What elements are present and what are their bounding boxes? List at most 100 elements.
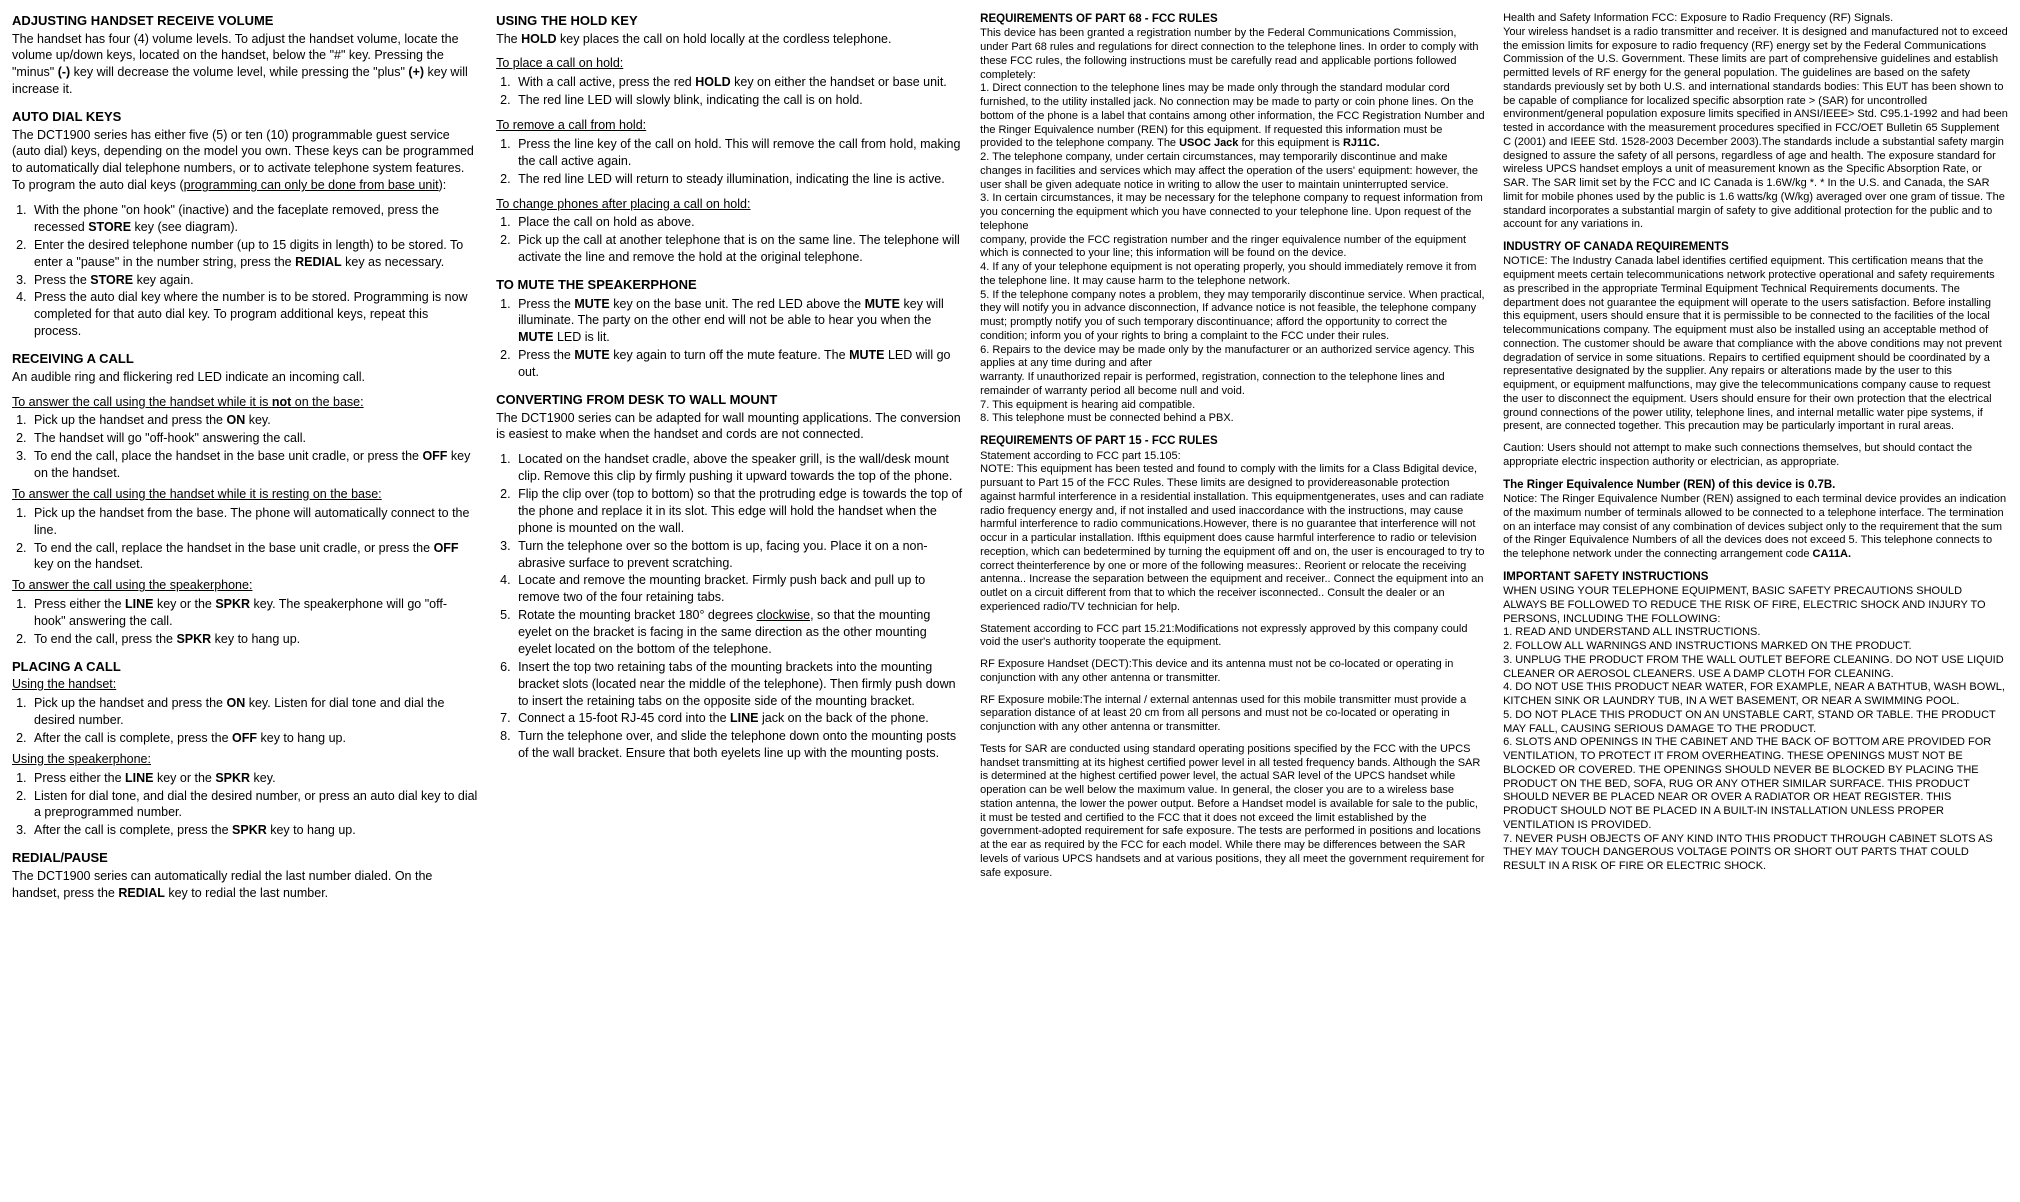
- column-2: USING THE HOLD KEY The HOLD key places t…: [496, 12, 962, 903]
- list: Pick up the handset from the base. The p…: [30, 505, 478, 574]
- paragraph: 5. If the telephone company notes a prob…: [980, 289, 1485, 344]
- list-item: Press the line key of the call on hold. …: [514, 136, 962, 170]
- heading: REQUIREMENTS OF PART 68 - FCC RULES: [980, 12, 1485, 26]
- paragraph: 4. DO NOT USE THIS PRODUCT NEAR WATER, F…: [1503, 681, 2008, 709]
- list: Pick up the handset and press the ON key…: [30, 412, 478, 482]
- list: With the phone "on hook" (inactive) and …: [30, 202, 478, 340]
- paragraph: The handset has four (4) volume levels. …: [12, 31, 478, 99]
- list-item: Press either the LINE key or the SPKR ke…: [30, 596, 478, 630]
- column-3: REQUIREMENTS OF PART 68 - FCC RULES This…: [980, 12, 1485, 903]
- list-item: To end the call, place the handset in th…: [30, 448, 478, 482]
- paragraph: The DCT1900 series can be adapted for wa…: [496, 410, 962, 444]
- list-item: After the call is complete, press the OF…: [30, 730, 478, 747]
- list: Pick up the handset and press the ON key…: [30, 695, 478, 747]
- heading: INDUSTRY OF CANADA REQUIREMENTS: [1503, 240, 2008, 254]
- paragraph: 2. The telephone company, under certain …: [980, 151, 1485, 192]
- list: With a call active, press the red HOLD k…: [514, 74, 962, 109]
- heading: IMPORTANT SAFETY INSTRUCTIONS: [1503, 570, 2008, 584]
- paragraph: 7. NEVER PUSH OBJECTS OF ANY KIND INTO T…: [1503, 833, 2008, 874]
- list-item: Press the auto dial key where the number…: [30, 289, 478, 340]
- list-item: Press the STORE key again.: [30, 272, 478, 289]
- heading: REDIAL/PAUSE: [12, 849, 478, 867]
- paragraph: Notice: The Ringer Equivalence Number (R…: [1503, 493, 2008, 562]
- subheading: Using the speakerphone:: [12, 751, 478, 768]
- paragraph: 2. FOLLOW ALL WARNINGS AND INSTRUCTIONS …: [1503, 640, 2008, 654]
- heading: ADJUSTING HANDSET RECEIVE VOLUME: [12, 12, 478, 30]
- heading: TO MUTE THE SPEAKERPHONE: [496, 276, 962, 294]
- paragraph: Health and Safety Information FCC: Expos…: [1503, 12, 2008, 26]
- list: Press either the LINE key or the SPKR ke…: [30, 596, 478, 648]
- list-item: Locate and remove the mounting bracket. …: [514, 572, 962, 606]
- paragraph: 8. This telephone must be connected behi…: [980, 412, 1485, 426]
- document: ADJUSTING HANDSET RECEIVE VOLUME The han…: [12, 12, 2008, 903]
- heading: AUTO DIAL KEYS: [12, 108, 478, 126]
- paragraph: 6. SLOTS AND OPENINGS IN THE CABINET AND…: [1503, 736, 2008, 832]
- list-item: Turn the telephone over so the bottom is…: [514, 538, 962, 572]
- subheading: To answer the call using the handset whi…: [12, 394, 478, 411]
- list-item: The red line LED will slowly blink, indi…: [514, 92, 962, 109]
- list-item: Place the call on hold as above.: [514, 214, 962, 231]
- list-item: Connect a 15-foot RJ-45 cord into the LI…: [514, 710, 962, 727]
- list: Located on the handset cradle, above the…: [514, 451, 962, 762]
- subheading: Using the handset:: [12, 676, 478, 693]
- list: Press the MUTE key on the base unit. The…: [514, 296, 962, 381]
- heading: The Ringer Equivalence Number (REN) of t…: [1503, 478, 2008, 492]
- list-item: Turn the telephone over, and slide the t…: [514, 728, 962, 762]
- list-item: After the call is complete, press the SP…: [30, 822, 478, 839]
- paragraph: 1. Direct connection to the telephone li…: [980, 82, 1485, 151]
- list-item: The handset will go "off-hook" answering…: [30, 430, 478, 447]
- paragraph: NOTE: This equipment has been tested and…: [980, 463, 1485, 614]
- paragraph: Statement according to FCC part 15.105:: [980, 450, 1485, 464]
- paragraph: RF Exposure Handset (DECT):This device a…: [980, 658, 1485, 686]
- heading: REQUIREMENTS OF PART 15 - FCC RULES: [980, 434, 1485, 448]
- list-item: Press either the LINE key or the SPKR ke…: [30, 770, 478, 787]
- subheading: To answer the call using the handset whi…: [12, 486, 478, 503]
- paragraph: The DCT1900 series can automatically red…: [12, 868, 478, 902]
- paragraph: warranty. If unauthorized repair is perf…: [980, 371, 1485, 399]
- list-item: Enter the desired telephone number (up t…: [30, 237, 478, 271]
- paragraph: 4. If any of your telephone equipment is…: [980, 261, 1485, 289]
- list-item: Press the MUTE key again to turn off the…: [514, 347, 962, 381]
- paragraph: RF Exposure mobile:The internal / extern…: [980, 694, 1485, 735]
- paragraph: NOTICE: The Industry Canada label identi…: [1503, 255, 2008, 434]
- list-item: To end the call, press the SPKR key to h…: [30, 631, 478, 648]
- subheading: To change phones after placing a call on…: [496, 196, 962, 213]
- paragraph: Caution: Users should not attempt to mak…: [1503, 442, 2008, 470]
- paragraph: 3. UNPLUG THE PRODUCT FROM THE WALL OUTL…: [1503, 654, 2008, 682]
- list-item: With the phone "on hook" (inactive) and …: [30, 202, 478, 236]
- list-item: Flip the clip over (top to bottom) so th…: [514, 486, 962, 537]
- list-item: Located on the handset cradle, above the…: [514, 451, 962, 485]
- column-4: Health and Safety Information FCC: Expos…: [1503, 12, 2008, 903]
- paragraph: The HOLD key places the call on hold loc…: [496, 31, 962, 48]
- subheading: To answer the call using the speakerphon…: [12, 577, 478, 594]
- heading: CONVERTING FROM DESK TO WALL MOUNT: [496, 391, 962, 409]
- subheading: To place a call on hold:: [496, 55, 962, 72]
- paragraph: Your wireless handset is a radio transmi…: [1503, 26, 2008, 232]
- paragraph: Statement according to FCC part 15.21:Mo…: [980, 623, 1485, 651]
- list-item: Pick up the handset and press the ON key…: [30, 412, 478, 429]
- paragraph: 5. DO NOT PLACE THIS PRODUCT ON AN UNSTA…: [1503, 709, 2008, 737]
- list: Press either the LINE key or the SPKR ke…: [30, 770, 478, 840]
- list-item: Listen for dial tone, and dial the desir…: [30, 788, 478, 822]
- paragraph: This device has been granted a registrat…: [980, 27, 1485, 82]
- list-item: Pick up the call at another telephone th…: [514, 232, 962, 266]
- paragraph: company, provide the FCC registration nu…: [980, 234, 1485, 262]
- paragraph: The DCT1900 series has either five (5) o…: [12, 127, 478, 195]
- list-item: Pick up the handset and press the ON key…: [30, 695, 478, 729]
- list-item: Press the MUTE key on the base unit. The…: [514, 296, 962, 347]
- list-item: To end the call, replace the handset in …: [30, 540, 478, 574]
- paragraph: Tests for SAR are conducted using standa…: [980, 743, 1485, 881]
- list-item: Insert the top two retaining tabs of the…: [514, 659, 962, 710]
- column-1: ADJUSTING HANDSET RECEIVE VOLUME The han…: [12, 12, 478, 903]
- list-item: With a call active, press the red HOLD k…: [514, 74, 962, 91]
- list: Press the line key of the call on hold. …: [514, 136, 962, 188]
- list-item: Pick up the handset from the base. The p…: [30, 505, 478, 539]
- paragraph: An audible ring and flickering red LED i…: [12, 369, 478, 386]
- list-item: The red line LED will return to steady i…: [514, 171, 962, 188]
- list: Place the call on hold as above. Pick up…: [514, 214, 962, 266]
- list-item: Rotate the mounting bracket 180° degrees…: [514, 607, 962, 658]
- heading: PLACING A CALL: [12, 658, 478, 676]
- paragraph: 7. This equipment is hearing aid compati…: [980, 399, 1485, 413]
- paragraph: 3. In certain circumstances, it may be n…: [980, 192, 1485, 233]
- paragraph: WHEN USING YOUR TELEPHONE EQUIPMENT, BAS…: [1503, 585, 2008, 626]
